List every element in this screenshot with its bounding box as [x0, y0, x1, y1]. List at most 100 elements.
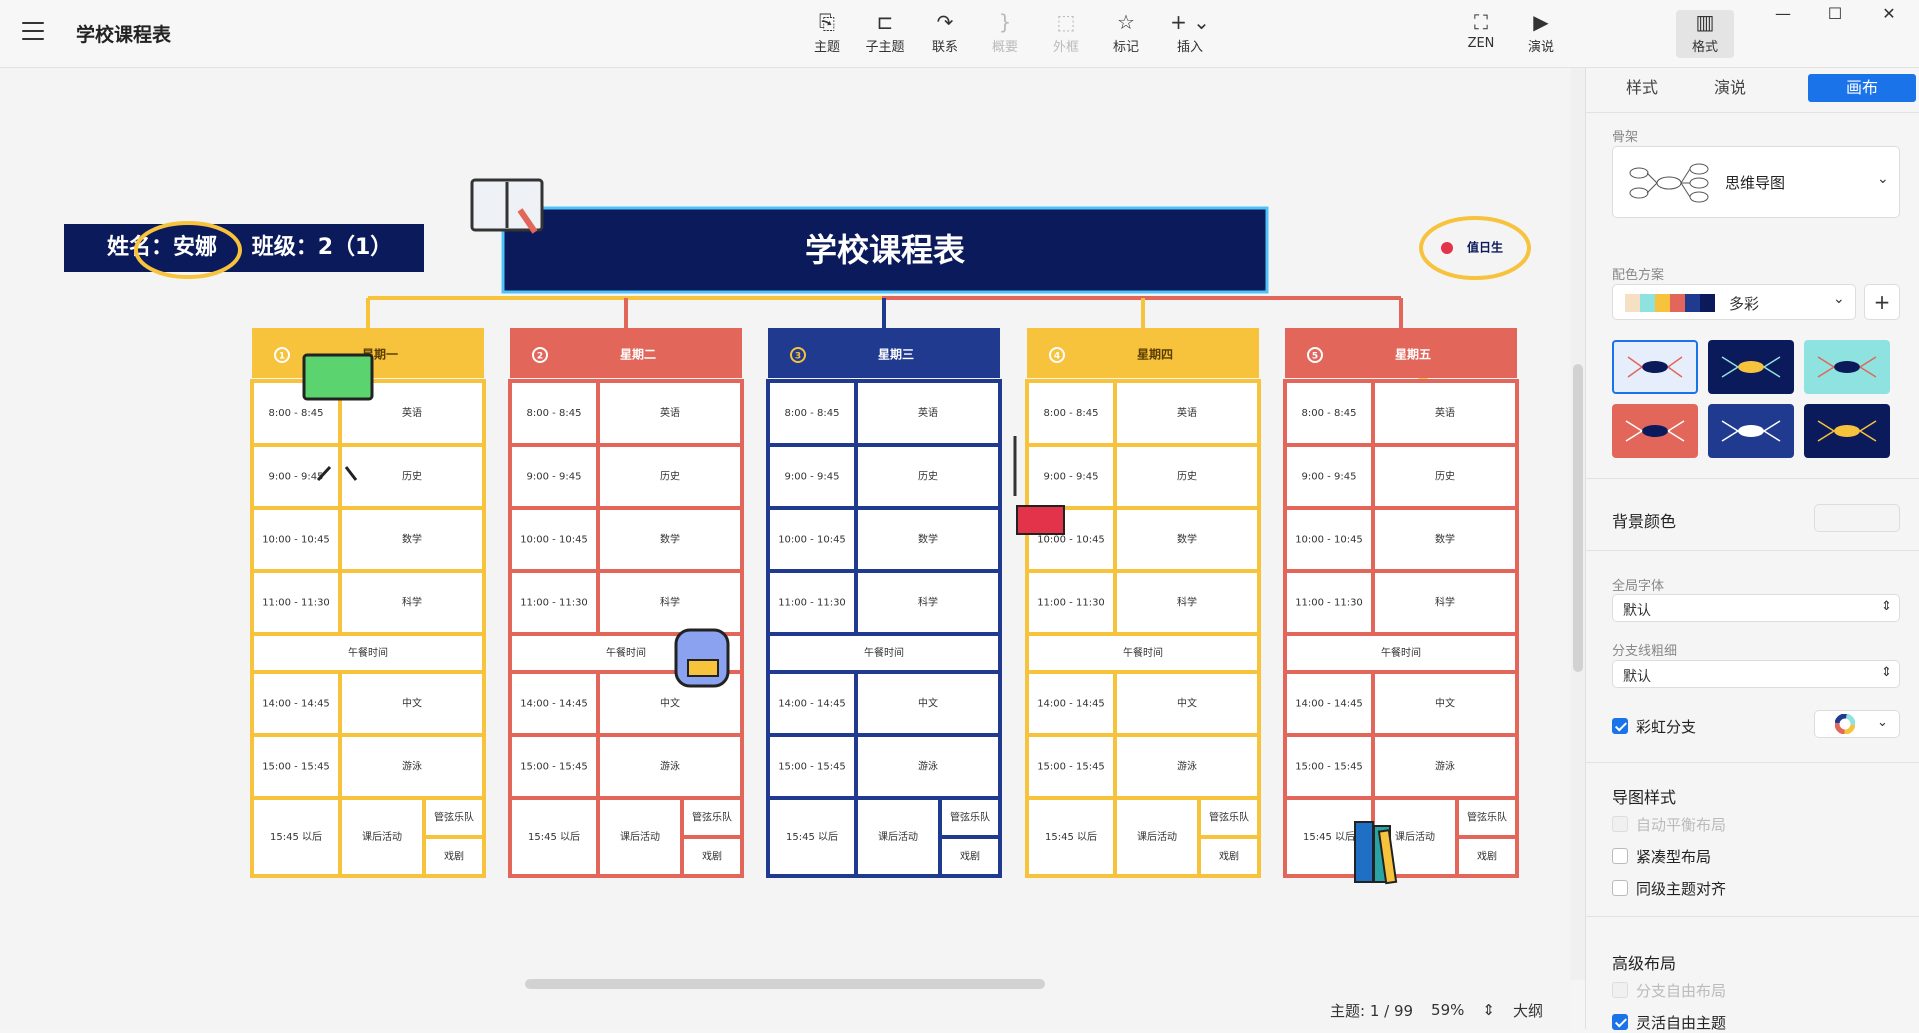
palette-select[interactable]: 多彩 ⌄ [1612, 284, 1856, 320]
divider [1586, 112, 1919, 113]
subject-cell-label: 数学 [1177, 533, 1197, 546]
palette-swatches [1625, 294, 1715, 312]
skeleton-select[interactable]: 思维导图 ⌄ [1612, 146, 1900, 218]
option-cell-label: 戏剧 [444, 851, 464, 863]
subject-cell-label: 中文 [1177, 697, 1197, 710]
duty-label: 值日生 [1467, 240, 1503, 255]
option-cell-label: 管弦乐队 [1467, 811, 1507, 824]
tab-style[interactable]: 样式 [1606, 74, 1678, 102]
subject-cell-label: 科学 [1177, 596, 1197, 609]
hamburger-menu-icon[interactable] [22, 22, 44, 40]
tab-canvas[interactable]: 画布 [1808, 74, 1916, 102]
relationship-icon: ↷ [936, 10, 954, 34]
close-icon[interactable]: ✕ [1866, 4, 1912, 28]
tab-present[interactable]: 演说 [1694, 74, 1766, 102]
maximize-icon[interactable]: ☐ [1812, 4, 1858, 28]
global-font-select[interactable]: 默认 ⇕ [1612, 594, 1900, 622]
present-button[interactable]: ▶ 演说 [1512, 10, 1570, 58]
topic-button[interactable]: ⎘ 主题 [798, 10, 856, 58]
day-number: 3 [795, 352, 801, 362]
time-slot-label: 15:45 以后 [1045, 831, 1097, 843]
updown-icon: ⇕ [1881, 665, 1892, 680]
relationship-button[interactable]: ↷ 联系 [916, 10, 974, 58]
vertical-scrollbar[interactable] [1571, 68, 1585, 980]
background-color-picker[interactable] [1814, 504, 1900, 532]
theme-thumbnail[interactable] [1804, 340, 1890, 394]
day-name: 星期四 [1137, 347, 1173, 362]
zoom-level[interactable]: 59% [1431, 1001, 1464, 1019]
theme-thumbnail[interactable] [1612, 404, 1698, 458]
subject-cell-label: 游泳 [660, 760, 680, 773]
time-slot-label: 9:00 - 9:45 [785, 472, 840, 483]
time-slot-label: 8:00 - 8:45 [785, 408, 840, 419]
day-name: 星期三 [878, 347, 914, 362]
option-cell-label: 管弦乐队 [950, 811, 990, 824]
divider [1586, 550, 1919, 551]
updown-icon: ⇕ [1881, 599, 1892, 614]
zen-button[interactable]: ⛶ ZEN [1452, 10, 1510, 58]
subject-cell-label: 历史 [918, 471, 938, 483]
option-cell-label: 戏剧 [1219, 851, 1239, 863]
option-cell-label: 戏剧 [702, 851, 722, 863]
outline-button[interactable]: 大纲 [1513, 1000, 1543, 1021]
time-slot-label: 15:45 以后 [1303, 831, 1355, 843]
insert-button[interactable]: + ⌄ 插入 [1161, 10, 1219, 58]
vertical-scroll-thumb[interactable] [1573, 364, 1583, 672]
skeleton-preview-icon [1629, 163, 1709, 203]
theme-thumbnail[interactable] [1708, 340, 1794, 394]
time-slot-label: 9:00 - 9:45 [1044, 472, 1099, 483]
time-slot-label: 15:00 - 15:45 [262, 762, 330, 773]
subtopic-button[interactable]: ⊏ 子主题 [856, 10, 914, 58]
marker-button[interactable]: ☆ 标记 [1097, 10, 1155, 58]
time-slot-label: 11:00 - 11:30 [1295, 598, 1363, 609]
time-slot-label: 11:00 - 11:30 [262, 598, 330, 609]
subject-cell-label: 英语 [402, 406, 422, 419]
activity-cell-label: 课后活动 [1137, 831, 1177, 843]
time-slot-label: 14:00 - 14:45 [778, 699, 846, 710]
format-button[interactable]: ▥ 格式 [1676, 10, 1734, 58]
zoom-stepper-icon[interactable]: ⇕ [1482, 1001, 1495, 1019]
branch-width-select[interactable]: 默认 ⇕ [1612, 660, 1900, 688]
rainbow-color-picker[interactable]: ⌄ [1814, 710, 1900, 738]
subject-cell-label: 英语 [1177, 406, 1197, 419]
free-branch-label: 分支自由布局 [1636, 982, 1727, 1000]
backpack-icon [674, 628, 730, 688]
time-slot-label: 9:00 - 9:45 [269, 472, 324, 483]
align-siblings-checkbox[interactable] [1612, 880, 1628, 896]
time-slot-label: 11:00 - 11:30 [1037, 598, 1105, 609]
boundary-button[interactable]: ⬚ 外框 [1037, 10, 1095, 58]
mindmap-canvas[interactable]: 姓名：安娜 班级：2（1） 学校课程表 值日生 1 星期一 8:00 - 8:45 英语 9:0… [0, 68, 1571, 1029]
subject-cell-label: 数学 [918, 533, 938, 546]
add-palette-button[interactable]: + [1864, 284, 1900, 320]
horizontal-scrollbar[interactable] [0, 978, 1571, 990]
central-topic-label: 学校课程表 [805, 231, 965, 269]
blackboard-icon [302, 353, 374, 401]
theme-thumbnail[interactable] [1612, 340, 1698, 394]
format-panel: 样式 演说 画布 骨架 思维导图 ⌄ 配色方案 多彩 ⌄ + 背景颜色 全局字体… [1585, 68, 1919, 1032]
theme-thumbnail[interactable] [1804, 404, 1890, 458]
subject-cell-label: 科学 [402, 596, 422, 609]
time-slot-label: 8:00 - 8:45 [1044, 408, 1099, 419]
global-font-label: 全局字体 [1612, 579, 1665, 594]
horizontal-scroll-thumb[interactable] [525, 979, 1045, 989]
color-wheel-icon [1835, 714, 1855, 734]
flex-float-checkbox[interactable] [1612, 1014, 1628, 1030]
subject-cell-label: 游泳 [918, 760, 938, 773]
divider [1586, 478, 1919, 479]
option-cell-label: 戏剧 [1477, 851, 1497, 863]
day-number: 1 [279, 352, 285, 362]
subject-cell-label: 中文 [918, 697, 938, 710]
compact-layout-checkbox[interactable] [1612, 848, 1628, 864]
rainbow-branch-label: 彩虹分支 [1636, 718, 1697, 736]
time-slot-label: 15:00 - 15:45 [1295, 762, 1363, 773]
flag-icon [1016, 505, 1065, 535]
theme-thumbnail[interactable] [1708, 404, 1794, 458]
free-branch-checkbox[interactable] [1612, 982, 1628, 998]
rainbow-branch-checkbox[interactable] [1612, 718, 1628, 734]
auto-balance-checkbox[interactable] [1612, 816, 1628, 832]
topic-count: 主题: 1 / 99 [1330, 1001, 1414, 1020]
summary-button[interactable]: } 概要 [976, 10, 1034, 58]
minimize-icon[interactable]: — [1760, 4, 1806, 28]
subject-cell-label: 中文 [402, 697, 422, 710]
auto-balance-label: 自动平衡布局 [1636, 816, 1727, 834]
